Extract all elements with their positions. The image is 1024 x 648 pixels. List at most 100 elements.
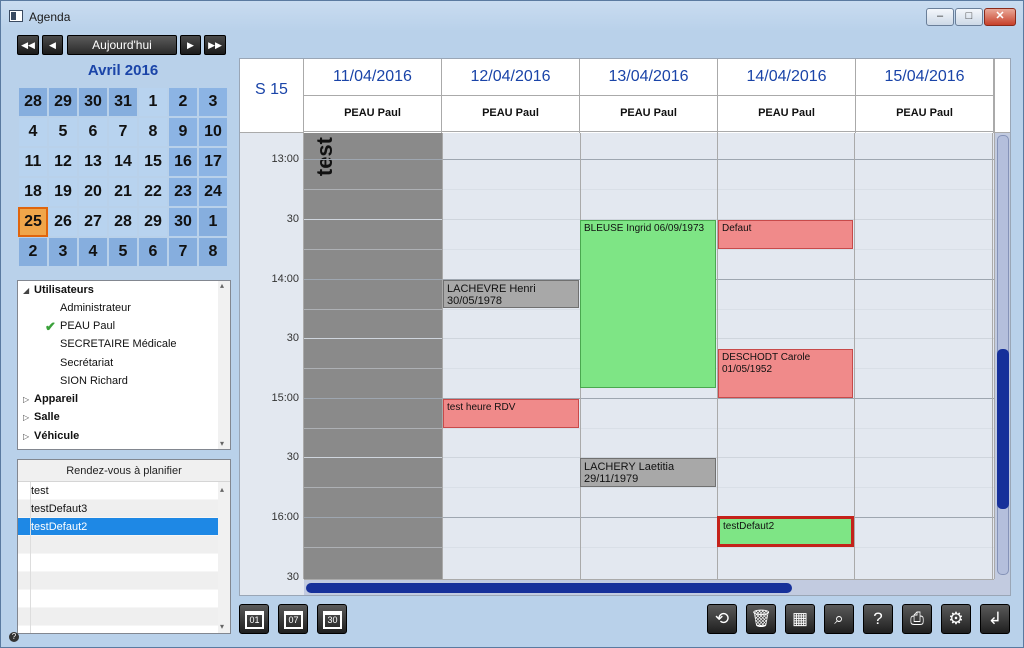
rdv-list-item[interactable]: test	[18, 482, 230, 500]
back-button[interactable]: ↲	[980, 604, 1010, 634]
calendar-day[interactable]: 3	[48, 237, 78, 267]
calendar-day[interactable]: 5	[108, 237, 138, 267]
print-button[interactable]: ⎙	[902, 604, 932, 634]
day-column-header[interactable]: 14/04/2016 PEAU Paul	[718, 59, 856, 133]
calendar-day[interactable]: 6	[138, 237, 168, 267]
maximize-button[interactable]: □	[955, 8, 983, 26]
day-view-button[interactable]: 01	[239, 604, 269, 634]
calendar-day[interactable]: 30	[168, 207, 198, 237]
trash-icon: 🗑	[750, 609, 772, 628]
calendar-day[interactable]: 6	[78, 117, 108, 147]
calendar-day[interactable]: 17	[198, 147, 228, 177]
settings-button[interactable]: ⚙	[941, 604, 971, 634]
appointment-block[interactable]: LACHERY Laetitia 29/11/1979	[580, 458, 716, 487]
tree-group-utilisateurs[interactable]: Utilisateurs	[34, 284, 94, 296]
calendar-day[interactable]: 2	[18, 237, 48, 267]
calendar-day[interactable]: 16	[168, 147, 198, 177]
calendar-day[interactable]: 20	[78, 177, 108, 207]
calendar-day[interactable]: 12	[48, 147, 78, 177]
calendar-day[interactable]: 5	[48, 117, 78, 147]
calendar-day[interactable]: 7	[108, 117, 138, 147]
refresh-button[interactable]: ⟲	[707, 604, 737, 634]
day-column-header[interactable]: 15/04/2016 PEAU Paul	[856, 59, 994, 133]
appointment-block[interactable]: test heure RDV	[443, 399, 579, 428]
calendar-day[interactable]: 11	[18, 147, 48, 177]
appointment-block[interactable]: LACHEVRE Henri 30/05/1978	[443, 280, 579, 308]
vertical-scrollbar[interactable]	[994, 133, 1010, 579]
calendar-day[interactable]: 1	[138, 87, 168, 117]
calendar-day[interactable]: 14	[108, 147, 138, 177]
tree-group-item[interactable]: Véhicule	[34, 430, 79, 442]
next-button[interactable]: ▶	[180, 35, 201, 55]
calendar-day[interactable]: 13	[78, 147, 108, 177]
tree-group-item[interactable]: Salle	[34, 411, 60, 423]
minimize-button[interactable]: –	[926, 8, 954, 26]
search-button[interactable]: ⌕	[824, 604, 854, 634]
help-button[interactable]: ?	[863, 604, 893, 634]
close-button[interactable]: ✕	[984, 8, 1016, 26]
appointment-subtitle: 30/05/1978	[447, 295, 503, 307]
tree-group-item[interactable]: Appareil	[34, 393, 78, 405]
day-column-header[interactable]: 12/04/2016 PEAU Paul	[442, 59, 580, 133]
tree-user-item[interactable]: Administrateur	[60, 302, 131, 314]
calendar-day[interactable]: 3	[198, 87, 228, 117]
calendar-day[interactable]: 9	[168, 117, 198, 147]
calendar-day[interactable]: 15	[138, 147, 168, 177]
tree-scrollbar[interactable]	[218, 281, 230, 449]
calendar-day[interactable]: 18	[18, 177, 48, 207]
calendar-day[interactable]: 4	[78, 237, 108, 267]
calendar-day[interactable]: 7	[168, 237, 198, 267]
calendar-day[interactable]: 8	[198, 237, 228, 267]
week-view-button[interactable]: 07	[278, 604, 308, 634]
last-button[interactable]: ▶▶	[204, 35, 226, 55]
tree-user-item[interactable]: SION Richard	[60, 375, 128, 387]
calendar-day[interactable]: 22	[138, 177, 168, 207]
calendar-day[interactable]: 1	[198, 207, 228, 237]
appointment-block[interactable]: BLEUSE Ingrid 06/09/1973	[580, 220, 716, 388]
today-button[interactable]: Aujourd'hui	[67, 35, 177, 55]
stats-button[interactable]: ▦	[785, 604, 815, 634]
prev-button[interactable]: ◀	[42, 35, 63, 55]
appointment-block[interactable]: testDefaut2	[717, 516, 854, 547]
day-user: PEAU Paul	[304, 96, 441, 132]
calendar-day[interactable]: 28	[18, 87, 48, 117]
delete-button[interactable]: 🗑	[746, 604, 776, 634]
calendar-day[interactable]: 10	[198, 117, 228, 147]
calendar-day[interactable]: 26	[48, 207, 78, 237]
time-label: 13:00	[271, 153, 299, 165]
help-icon: ?	[873, 609, 883, 628]
calendar-day[interactable]: 8	[138, 117, 168, 147]
horizontal-scrollbar[interactable]	[304, 579, 994, 595]
expand-arrow-icon[interactable]: ◢	[23, 286, 29, 295]
calendar-day[interactable]: 24	[198, 177, 228, 207]
calendar-day[interactable]: 29	[48, 87, 78, 117]
tree-user-item[interactable]: SECRETAIRE Médicale	[60, 338, 177, 350]
calendar-day[interactable]: 29	[138, 207, 168, 237]
collapse-arrow-icon[interactable]: ▷	[23, 432, 29, 441]
calendar-day[interactable]: 19	[48, 177, 78, 207]
calendar-day[interactable]: 2	[168, 87, 198, 117]
collapse-arrow-icon[interactable]: ▷	[23, 395, 29, 404]
help-badge-icon[interactable]: ?	[9, 632, 19, 642]
rdv-list-item[interactable]: testDefaut3	[18, 500, 230, 518]
rdv-scrollbar[interactable]	[218, 482, 230, 633]
day-column-header[interactable]: 11/04/2016 PEAU Paul	[304, 59, 442, 133]
calendar-day[interactable]: 30	[78, 87, 108, 117]
calendar-day[interactable]: 21	[108, 177, 138, 207]
tree-user-item[interactable]: PEAU Paul	[60, 320, 115, 332]
rdv-list-item[interactable]: testDefaut2	[18, 518, 230, 536]
calendar-day[interactable]: 23	[168, 177, 198, 207]
calendar-day[interactable]: 28	[108, 207, 138, 237]
collapse-arrow-icon[interactable]: ▷	[23, 413, 29, 422]
first-button[interactable]: ◀◀	[17, 35, 39, 55]
day-column-header[interactable]: 13/04/2016 PEAU Paul	[580, 59, 718, 133]
appointment-block[interactable]: Defaut	[718, 220, 853, 249]
calendar-day[interactable]: 31	[108, 87, 138, 117]
appointment-block[interactable]: DESCHODT Carole 01/05/1952	[718, 349, 853, 398]
tree-user-item[interactable]: Secrétariat	[60, 357, 113, 369]
calendar-day[interactable]: 25	[18, 207, 48, 237]
calendar-day[interactable]: 27	[78, 207, 108, 237]
month-view-button[interactable]: 30	[317, 604, 347, 634]
blocked-label: test	[312, 137, 337, 177]
calendar-day[interactable]: 4	[18, 117, 48, 147]
